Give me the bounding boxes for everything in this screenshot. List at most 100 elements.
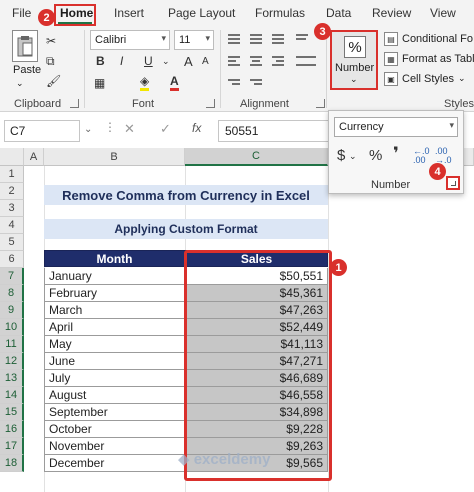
table-cell-month[interactable]: November bbox=[44, 438, 185, 455]
selected-range-highlight bbox=[184, 250, 332, 481]
row-header[interactable]: 17 bbox=[0, 438, 24, 455]
font-launcher-icon[interactable] bbox=[206, 99, 215, 108]
row-header[interactable]: 1 bbox=[0, 166, 24, 183]
conditional-formatting-button[interactable]: Conditional Fo bbox=[402, 33, 473, 45]
percent-style-icon[interactable]: % bbox=[369, 147, 382, 164]
column-header-c[interactable]: C bbox=[185, 148, 328, 166]
row-header[interactable]: 3 bbox=[0, 200, 24, 217]
font-name-select[interactable]: Calibri ▾ bbox=[90, 30, 170, 50]
row-header[interactable]: 11 bbox=[0, 336, 24, 353]
enter-icon[interactable]: ✓ bbox=[160, 121, 171, 137]
table-cell-month[interactable]: August bbox=[44, 387, 185, 404]
number-launcher-icon[interactable] bbox=[446, 176, 460, 190]
table-cell-month[interactable]: January bbox=[44, 268, 185, 285]
format-painter-icon[interactable]: 🖌 bbox=[46, 74, 61, 88]
borders-icon[interactable]: ▦ bbox=[94, 76, 105, 90]
number-button-label: Number bbox=[335, 62, 375, 74]
cell-styles-button[interactable]: Cell Styles bbox=[402, 73, 454, 85]
increase-decimal-icon[interactable]: ←.0 .00 bbox=[413, 147, 431, 165]
ribbon: Paste ⌄ ✂ ⧉ 🖌 Clipboard Calibri ▾ 11 ▾ B I… bbox=[0, 26, 474, 112]
tab-view[interactable]: View bbox=[430, 6, 456, 20]
table-cell-month[interactable]: June bbox=[44, 353, 185, 370]
row-header[interactable]: 10 bbox=[0, 319, 24, 336]
format-as-table-button[interactable]: Format as Table bbox=[402, 53, 474, 65]
insert-function-icon[interactable]: fx bbox=[192, 121, 201, 135]
row-header[interactable]: 14 bbox=[0, 387, 24, 404]
font-size-select[interactable]: 11 ▾ bbox=[174, 30, 214, 50]
more-options-icon[interactable]: ⋮ bbox=[104, 120, 116, 134]
tab-data[interactable]: Data bbox=[326, 6, 351, 20]
font-group-label: Font bbox=[132, 98, 155, 110]
tab-insert[interactable]: Insert bbox=[114, 6, 144, 20]
number-format-popup: Currency ▾ $ ⌄ % ❜ ←.0 .00 .00 →.0 Number bbox=[328, 110, 464, 194]
chevron-down-icon: ⌄ bbox=[350, 74, 358, 84]
row-header[interactable]: 4 bbox=[0, 217, 24, 234]
fill-color-icon[interactable]: ◈ bbox=[140, 74, 150, 91]
row-header[interactable]: 9 bbox=[0, 302, 24, 319]
chevron-down-icon[interactable]: ⌄ bbox=[84, 124, 92, 135]
currency-icon[interactable]: $ bbox=[337, 147, 345, 164]
row-header[interactable]: 12 bbox=[0, 353, 24, 370]
chevron-down-icon[interactable]: ⌄ bbox=[162, 56, 170, 67]
number-format-button[interactable]: % Number ⌄ bbox=[330, 30, 378, 90]
select-all-corner[interactable] bbox=[0, 148, 24, 166]
bold-button[interactable]: B bbox=[96, 54, 105, 68]
marker-3: 3 bbox=[314, 23, 331, 40]
row-header[interactable]: 15 bbox=[0, 404, 24, 421]
grow-font-button[interactable]: A bbox=[184, 54, 193, 69]
table-cell-month[interactable]: September bbox=[44, 404, 185, 421]
row-header[interactable]: 18 bbox=[0, 455, 24, 472]
number-format-select[interactable]: Currency ▾ bbox=[334, 117, 458, 137]
sheet-subtitle[interactable]: Applying Custom Format bbox=[44, 219, 328, 239]
table-cell-month[interactable]: March bbox=[44, 302, 185, 319]
font-color-icon[interactable]: A bbox=[170, 74, 179, 91]
row-header[interactable]: 2 bbox=[0, 183, 24, 200]
row-header[interactable]: 6 bbox=[0, 251, 24, 268]
number-group-label: Number bbox=[371, 179, 411, 191]
copy-icon[interactable]: ⧉ bbox=[46, 54, 55, 69]
shrink-font-button[interactable]: A bbox=[202, 56, 209, 67]
row-header[interactable]: 5 bbox=[0, 234, 24, 251]
chevron-down-icon[interactable]: ⌄ bbox=[349, 151, 357, 162]
comma-style-icon[interactable]: ❜ bbox=[393, 144, 399, 164]
paste-dropdown-icon[interactable]: ⌄ bbox=[16, 78, 24, 89]
table-cell-month[interactable]: May bbox=[44, 336, 185, 353]
chevron-down-icon[interactable]: ⌄ bbox=[458, 73, 466, 84]
column-header-b[interactable]: B bbox=[44, 148, 185, 166]
marker-4: 4 bbox=[429, 163, 446, 180]
table-cell-month[interactable]: October bbox=[44, 421, 185, 438]
tab-file[interactable]: File bbox=[12, 6, 31, 20]
alignment-group-label: Alignment bbox=[240, 98, 289, 110]
sheet-title[interactable]: Remove Comma from Currency in Excel bbox=[44, 185, 328, 205]
paste-label[interactable]: Paste bbox=[13, 64, 41, 76]
alignment-launcher-icon[interactable] bbox=[316, 99, 325, 108]
table-cell-month[interactable]: December bbox=[44, 455, 185, 472]
formula-input[interactable]: 50551 bbox=[218, 120, 328, 142]
row-header[interactable]: 16 bbox=[0, 421, 24, 438]
row-header[interactable]: 8 bbox=[0, 285, 24, 302]
underline-button[interactable]: U bbox=[144, 54, 153, 68]
cell-styles-icon[interactable]: ▣ bbox=[384, 72, 398, 86]
cut-icon[interactable]: ✂ bbox=[46, 34, 56, 48]
chevron-down-icon: ▾ bbox=[449, 120, 454, 130]
conditional-formatting-icon[interactable]: ▤ bbox=[384, 32, 398, 46]
alignment-icons[interactable] bbox=[226, 32, 322, 92]
tab-review[interactable]: Review bbox=[372, 6, 411, 20]
table-header-month[interactable]: Month bbox=[44, 250, 185, 267]
cancel-icon[interactable]: ✕ bbox=[124, 121, 135, 137]
column-header-a[interactable]: A bbox=[24, 148, 44, 166]
format-as-table-icon[interactable]: ▦ bbox=[384, 52, 398, 66]
table-cell-month[interactable]: July bbox=[44, 370, 185, 387]
tab-formulas[interactable]: Formulas bbox=[255, 6, 305, 20]
chevron-down-icon: ▾ bbox=[205, 33, 210, 43]
watermark-logo: ◆ exceldemy bbox=[178, 451, 271, 468]
italic-button[interactable]: I bbox=[120, 54, 123, 68]
table-cell-month[interactable]: February bbox=[44, 285, 185, 302]
paste-icon[interactable] bbox=[12, 30, 38, 62]
clipboard-launcher-icon[interactable] bbox=[70, 99, 79, 108]
row-header[interactable]: 13 bbox=[0, 370, 24, 387]
row-header[interactable]: 7 bbox=[0, 268, 24, 285]
tab-page-layout[interactable]: Page Layout bbox=[168, 6, 235, 20]
name-box[interactable]: C7 bbox=[4, 120, 80, 142]
table-cell-month[interactable]: April bbox=[44, 319, 185, 336]
